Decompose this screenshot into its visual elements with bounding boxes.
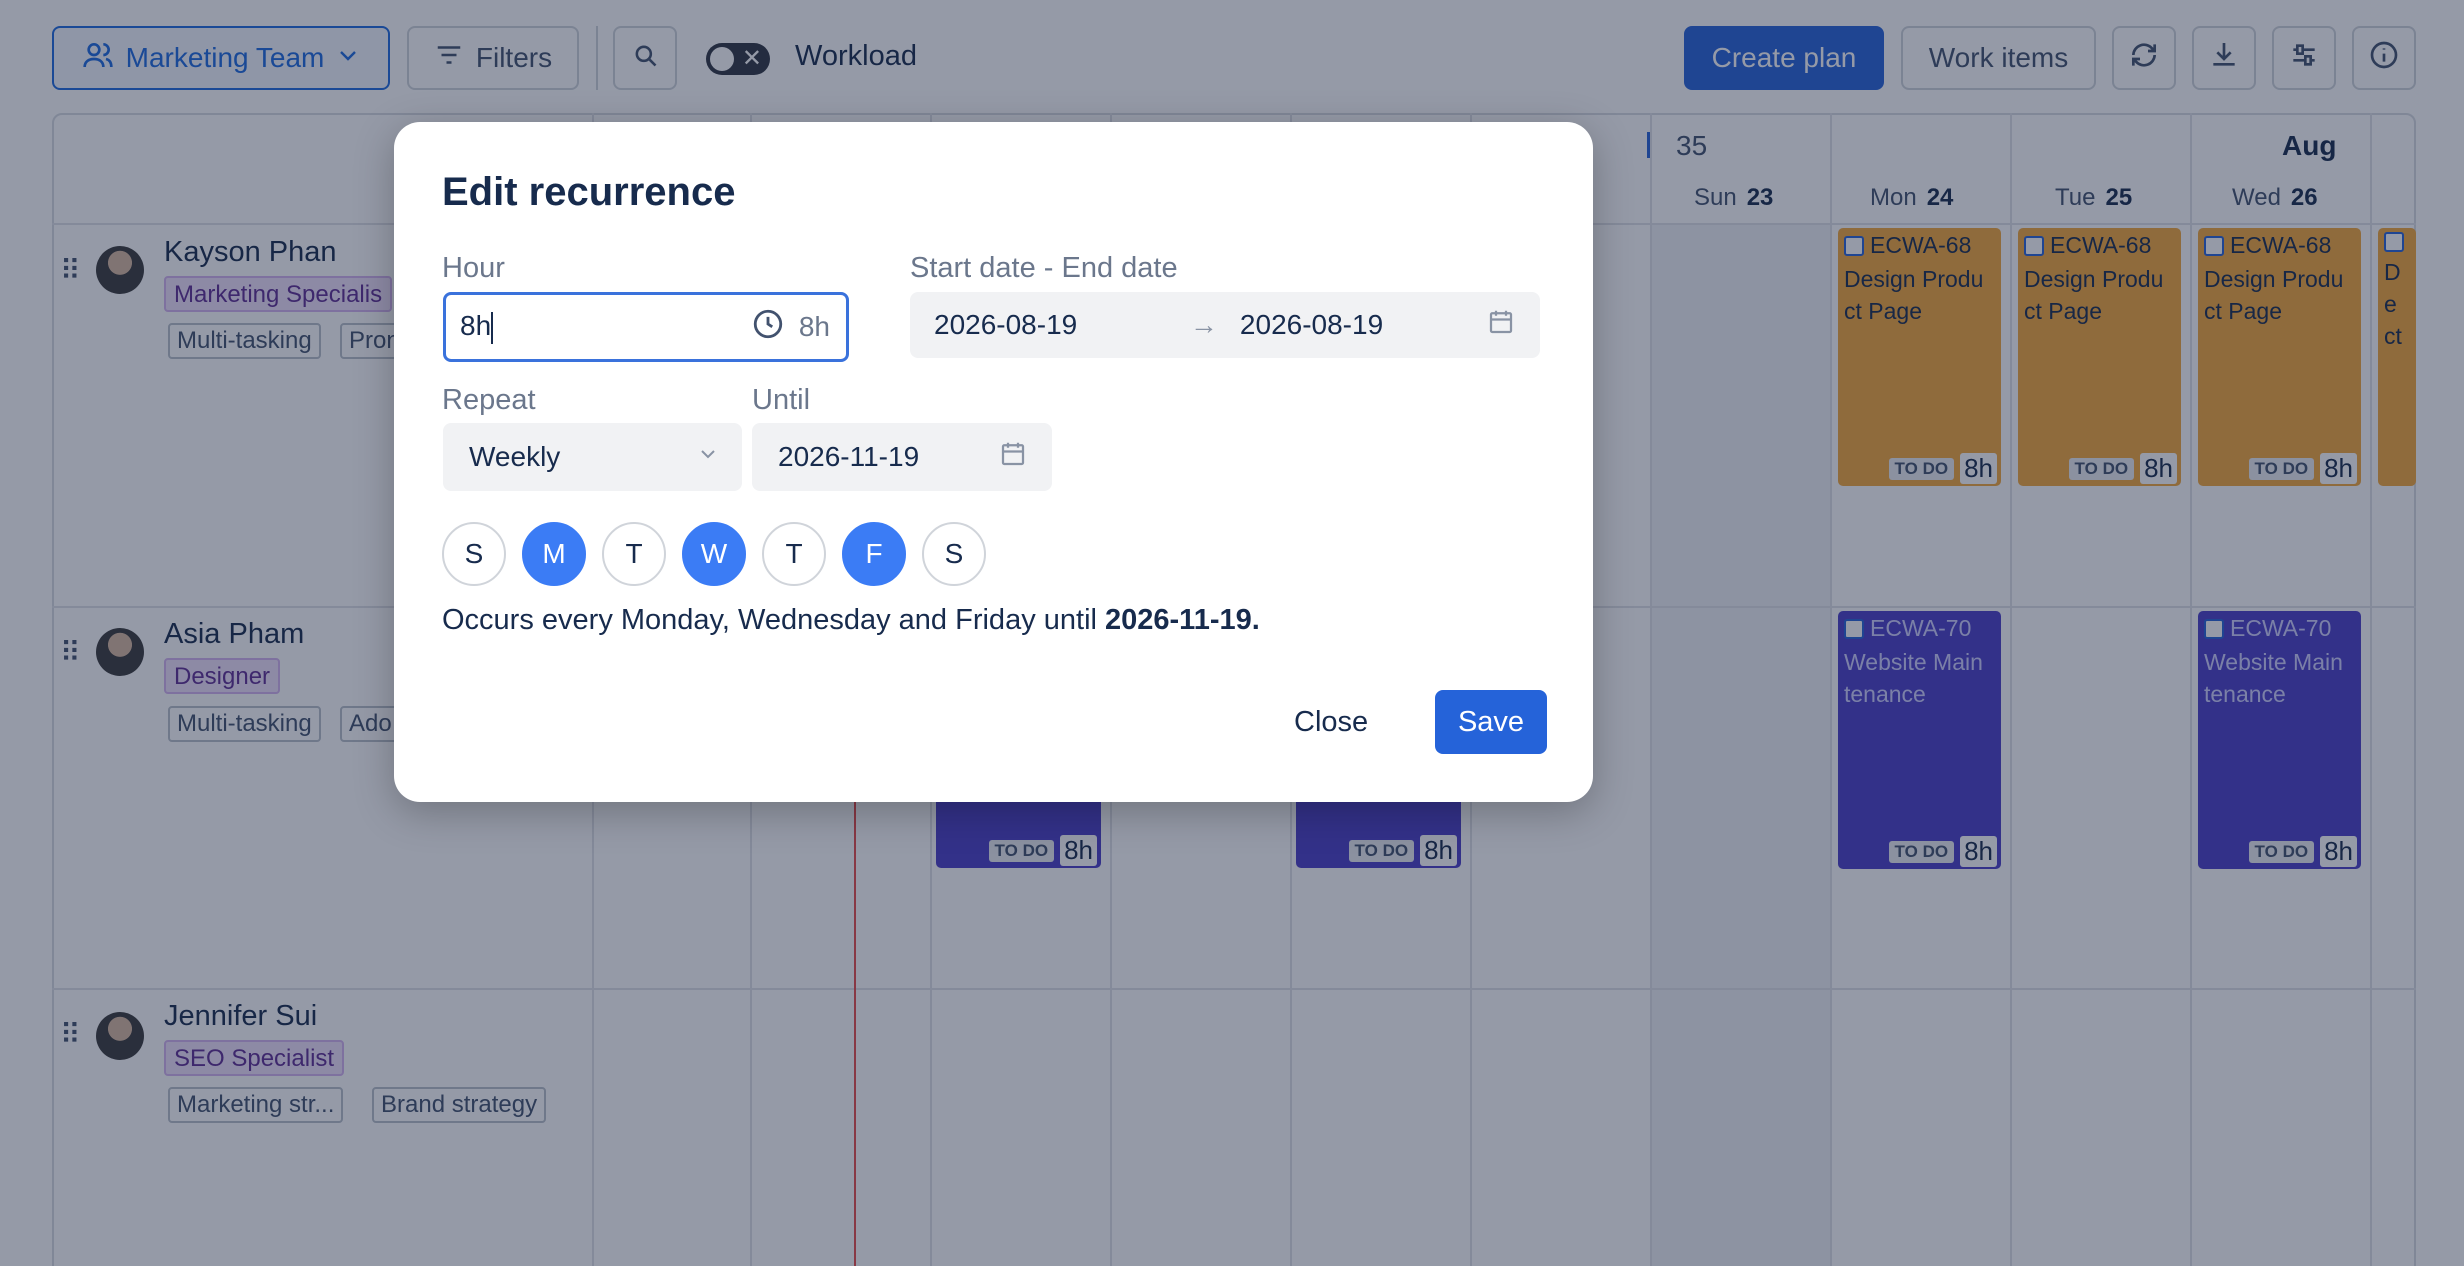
end-date-value[interactable]: 2026-08-19 — [1240, 309, 1486, 341]
recurrence-summary: Occurs every Monday, Wednesday and Frida… — [442, 604, 1260, 637]
calendar-icon — [1486, 307, 1516, 344]
dialog-title: Edit recurrence — [442, 170, 736, 214]
chevron-down-icon — [696, 441, 720, 473]
summary-date: 2026-11-19. — [1105, 604, 1260, 636]
hour-value: 8h — [460, 310, 751, 344]
start-date-value[interactable]: 2026-08-19 — [934, 309, 1190, 341]
until-label: Until — [752, 384, 811, 416]
hour-suffix-text: 8h — [798, 311, 830, 342]
weekday-thursday-toggle[interactable]: T — [762, 522, 826, 586]
summary-text: Occurs every Monday, Wednesday and Frida… — [442, 604, 1106, 636]
weekday-tuesday-toggle[interactable]: T — [602, 522, 666, 586]
edit-recurrence-dialog: Edit recurrence Hour 8h 8h Start date - … — [394, 122, 1593, 802]
until-value: 2026-11-19 — [778, 441, 920, 472]
close-button[interactable]: Close — [1294, 690, 1368, 754]
hour-suffix: 8h — [751, 307, 830, 348]
weekday-wednesday-toggle[interactable]: W — [682, 522, 746, 586]
repeat-select[interactable]: Weekly — [443, 423, 742, 491]
repeat-label: Repeat — [442, 384, 536, 416]
repeat-value: Weekly — [469, 441, 561, 472]
date-range-label: Start date - End date — [910, 252, 1178, 284]
hour-label: Hour — [442, 252, 505, 284]
arrow-right-icon: → — [1189, 309, 1218, 340]
weekday-saturday-toggle[interactable]: S — [922, 522, 986, 586]
calendar-icon — [998, 439, 1028, 476]
until-date-input[interactable]: 2026-11-19 — [752, 423, 1052, 491]
clock-icon — [751, 307, 785, 348]
weekday-monday-toggle[interactable]: M — [522, 522, 586, 586]
weekday-sunday-toggle[interactable]: S — [442, 522, 506, 586]
weekday-friday-toggle[interactable]: F — [842, 522, 906, 586]
hour-input[interactable]: 8h 8h — [443, 292, 849, 362]
date-range-picker[interactable]: 2026-08-19 → 2026-08-19 — [910, 292, 1540, 358]
save-button[interactable]: Save — [1435, 690, 1547, 754]
